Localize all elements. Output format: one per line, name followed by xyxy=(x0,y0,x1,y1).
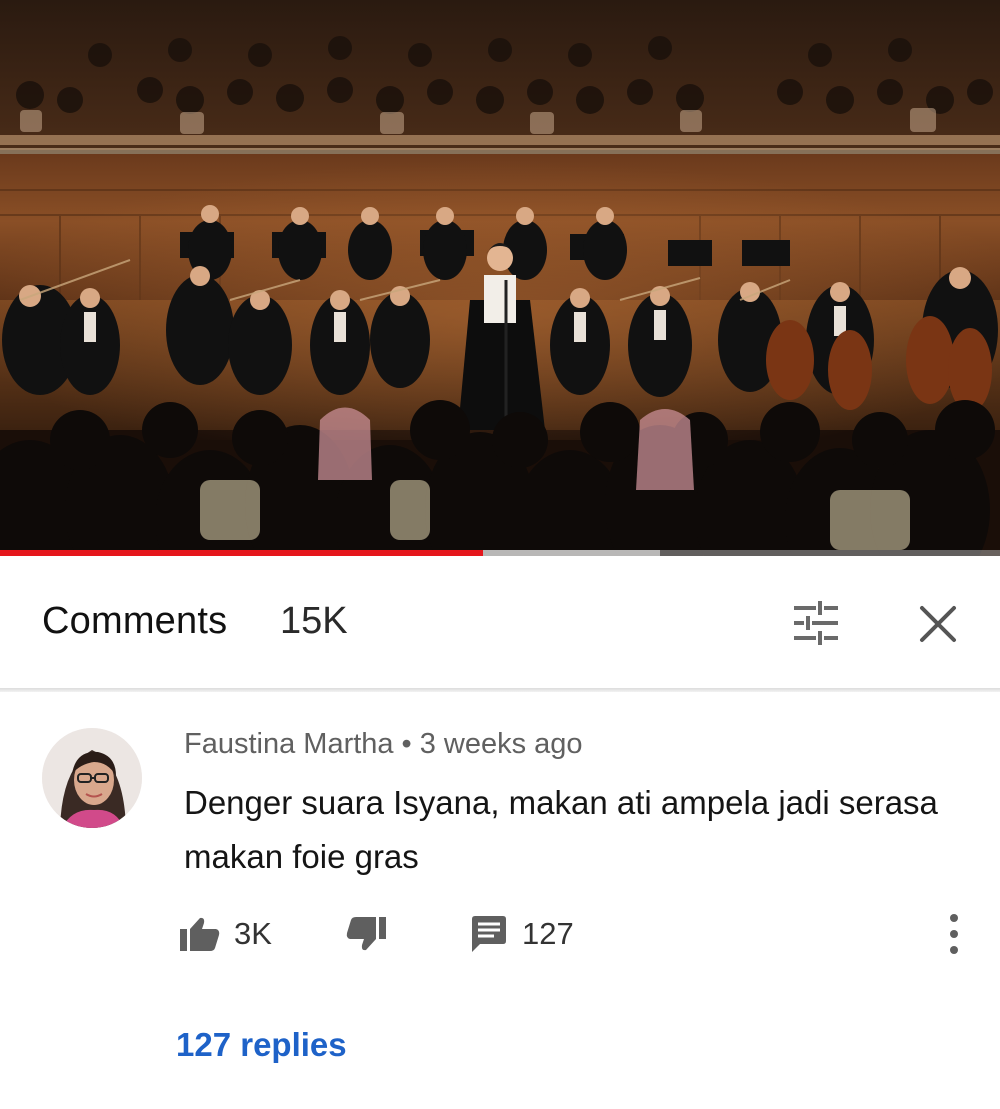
like-button[interactable]: 3K xyxy=(180,906,272,962)
comments-count: 15K xyxy=(280,600,348,642)
comments-header: Comments 15K xyxy=(0,556,1000,688)
reply-button[interactable]: 127 xyxy=(470,906,574,962)
sort-filter-button[interactable] xyxy=(790,600,842,646)
comments-title: Comments xyxy=(42,600,228,642)
comment-reply-icon xyxy=(472,916,506,952)
meta-separator: • xyxy=(401,728,412,760)
video-frame xyxy=(0,0,1000,556)
video-player[interactable] xyxy=(0,0,1000,556)
close-comments-button[interactable] xyxy=(918,604,958,644)
dislike-button[interactable] xyxy=(346,906,386,962)
more-vert-icon xyxy=(950,914,958,954)
thumbs-up-icon xyxy=(180,917,220,951)
close-icon xyxy=(920,606,956,642)
more-options-button[interactable] xyxy=(934,912,974,956)
comment-author[interactable]: Faustina Martha xyxy=(184,728,394,760)
comment-meta: Faustina Martha • 3 weeks ago xyxy=(184,728,583,761)
sort-filter-icon xyxy=(794,601,838,645)
comment-timestamp: 3 weeks ago xyxy=(419,728,583,760)
thumbs-down-icon xyxy=(346,917,386,951)
comment-text: Denger suara Isyana, makan ati ampela ja… xyxy=(184,784,938,875)
avatar-image xyxy=(42,728,142,828)
avatar[interactable] xyxy=(42,728,142,828)
reply-count: 127 xyxy=(522,916,574,951)
view-replies-link[interactable]: 127 replies xyxy=(176,1026,347,1064)
header-divider xyxy=(0,688,1000,692)
like-count: 3K xyxy=(234,916,272,951)
